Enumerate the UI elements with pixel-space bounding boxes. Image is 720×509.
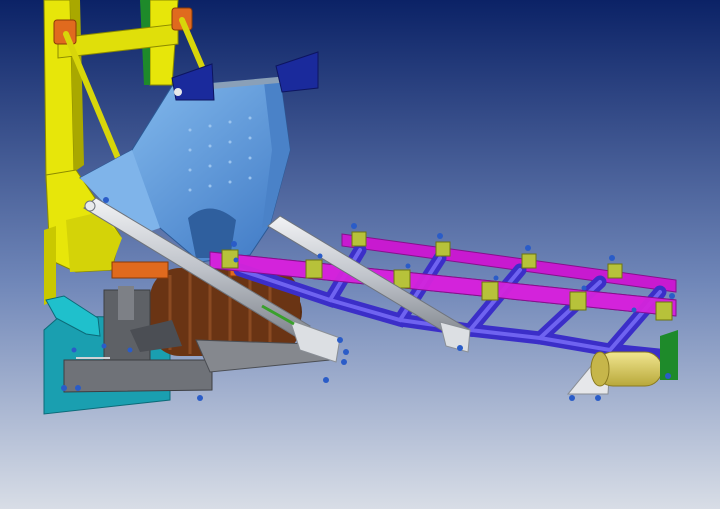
machinery-render xyxy=(0,0,720,509)
cad-viewport xyxy=(0,0,720,509)
orange-bar-1 xyxy=(111,261,169,279)
